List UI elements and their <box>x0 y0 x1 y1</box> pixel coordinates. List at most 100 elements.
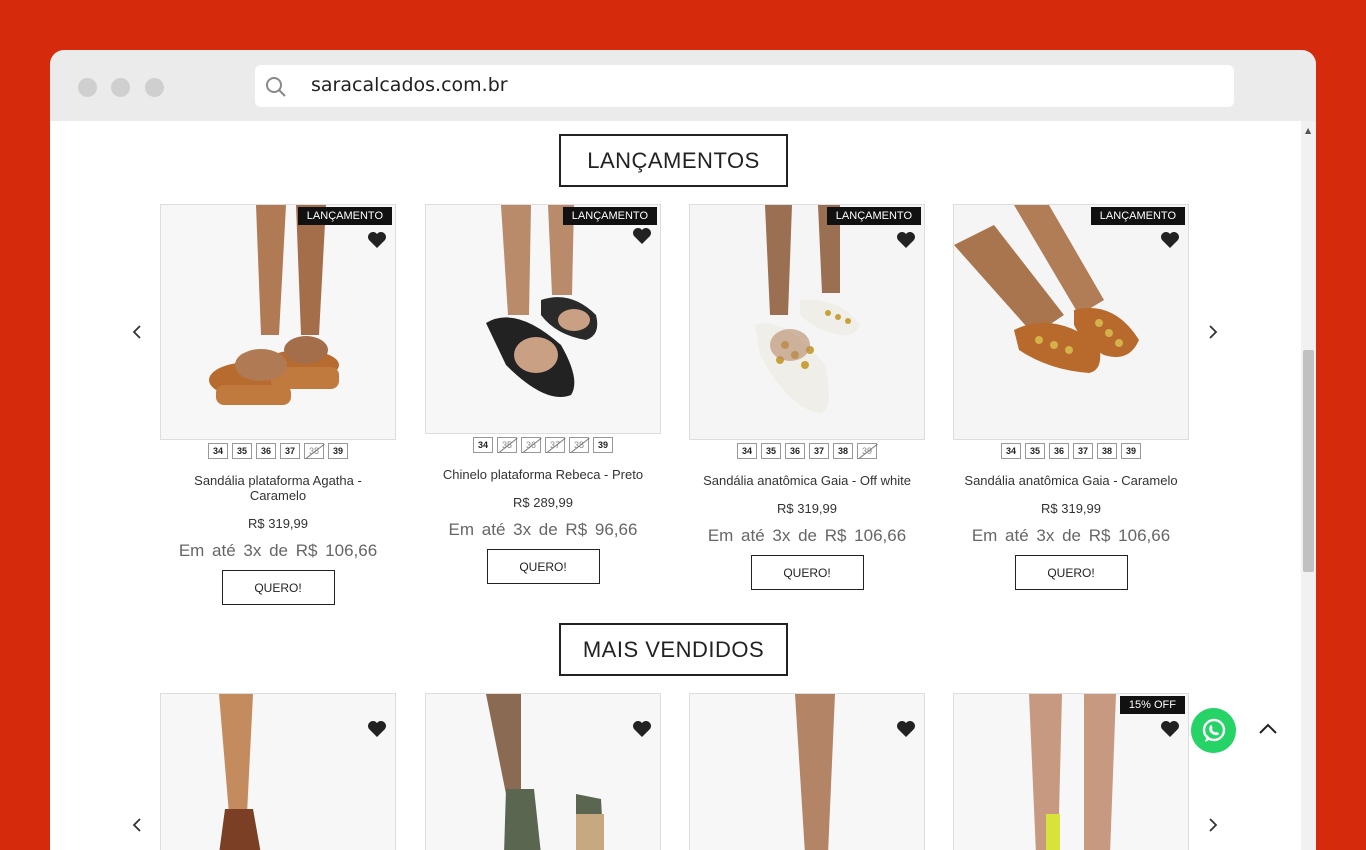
product-photo-sandal-caramel <box>161 205 395 439</box>
chevron-right-icon <box>1209 818 1218 832</box>
heart-icon[interactable] <box>1160 720 1180 738</box>
installment-text: Em até 3x de R$ 106,66 <box>178 541 378 560</box>
product-image[interactable]: LANÇAMENTO <box>425 204 661 434</box>
size-option[interactable]: 39 <box>593 437 613 453</box>
heart-icon[interactable] <box>367 720 387 738</box>
product-name[interactable]: Chinelo plataforma Rebeca - Preto <box>425 467 661 482</box>
product-image[interactable]: LANÇAMENTO <box>160 204 396 440</box>
product-card[interactable]: LANÇAMENTO 34 35 36 37 38 39 Sandália an… <box>689 204 925 590</box>
size-option[interactable]: 39 <box>328 443 348 459</box>
size-option[interactable]: 37 <box>280 443 300 459</box>
back-to-top-chevron-icon[interactable] <box>1256 719 1280 739</box>
launch-badge: LANÇAMENTO <box>826 207 921 225</box>
installment-text: Em até 3x de R$ 96,66 <box>448 520 638 539</box>
size-option[interactable]: 34 <box>473 437 493 453</box>
window-minimize-dot[interactable] <box>111 78 130 97</box>
size-option-unavailable: 37 <box>545 437 565 453</box>
launch-badge: LANÇAMENTO <box>297 207 392 225</box>
carousel-prev-bestsellers[interactable] <box>127 815 147 835</box>
heart-icon[interactable] <box>367 231 387 249</box>
product-card[interactable]: LANÇAMENTO 34 35 36 37 38 39 Chinelo pla… <box>425 204 661 584</box>
heart-icon[interactable] <box>632 720 652 738</box>
installment-text: Em até 3x de R$ 106,66 <box>707 526 907 545</box>
product-image[interactable]: LANÇAMENTO <box>689 204 925 440</box>
carousel-prev-launches[interactable] <box>127 322 147 342</box>
size-option[interactable]: 37 <box>1073 443 1093 459</box>
whatsapp-button[interactable] <box>1191 708 1236 753</box>
whatsapp-icon <box>1202 718 1225 742</box>
launch-badge: LANÇAMENTO <box>562 207 657 225</box>
size-option[interactable]: 35 <box>232 443 252 459</box>
product-photo-boot-brown <box>161 694 395 850</box>
chevron-right-icon <box>1209 325 1218 339</box>
size-option-unavailable: 39 <box>857 443 877 459</box>
size-option[interactable]: 38 <box>1097 443 1117 459</box>
size-option[interactable]: 34 <box>208 443 228 459</box>
size-option-unavailable: 36 <box>521 437 541 453</box>
size-option-unavailable: 38 <box>304 443 324 459</box>
product-photo-flipflop-black <box>426 205 660 433</box>
product-name[interactable]: Sandália anatômica Gaia - Caramelo <box>953 473 1189 488</box>
size-option[interactable]: 36 <box>256 443 276 459</box>
size-option[interactable]: 34 <box>737 443 757 459</box>
product-card[interactable]: 15% OFF <box>953 693 1189 850</box>
product-card[interactable]: LANÇAMENTO 34 35 36 37 38 39 Sandália an… <box>953 204 1189 590</box>
size-list: 34 35 36 37 38 39 <box>953 443 1189 459</box>
size-option[interactable]: 39 <box>1121 443 1141 459</box>
product-image[interactable] <box>160 693 396 850</box>
heart-icon[interactable] <box>896 231 916 249</box>
chevron-left-icon <box>132 818 141 832</box>
product-photo-boot-green <box>426 694 660 850</box>
product-name[interactable]: Sandália anatômica Gaia - Off white <box>689 473 925 488</box>
carousel-next-bestsellers[interactable] <box>1203 815 1223 835</box>
buy-button[interactable]: QUERO! <box>750 555 864 590</box>
size-list: 34 35 36 37 38 39 <box>689 443 925 459</box>
chevron-left-icon <box>132 325 141 339</box>
size-option[interactable]: 35 <box>761 443 781 459</box>
search-icon <box>266 77 286 97</box>
launch-badge: LANÇAMENTO <box>1090 207 1185 225</box>
product-card[interactable] <box>425 693 661 850</box>
product-image[interactable] <box>425 693 661 850</box>
size-option[interactable]: 38 <box>833 443 853 459</box>
scroll-up-arrow-icon[interactable]: ▲ <box>1305 126 1311 135</box>
buy-button[interactable]: QUERO! <box>221 570 335 605</box>
product-photo-sandal-offwhite <box>690 205 924 439</box>
product-name[interactable]: Sandália plataforma Agatha - Caramelo <box>160 473 396 503</box>
product-price: R$ 289,99 <box>513 495 573 510</box>
scrollbar-thumb[interactable] <box>1303 350 1314 572</box>
window-close-dot[interactable] <box>78 78 97 97</box>
address-bar[interactable]: saracalcados.com.br <box>255 65 1234 107</box>
product-photo-legs <box>690 694 924 850</box>
size-option[interactable]: 36 <box>785 443 805 459</box>
heart-icon[interactable] <box>1160 231 1180 249</box>
size-option[interactable]: 37 <box>809 443 829 459</box>
size-option[interactable]: 36 <box>1049 443 1069 459</box>
discount-badge: 15% OFF <box>1119 696 1185 714</box>
product-card[interactable] <box>689 693 925 850</box>
product-card[interactable]: LANÇAMENTO 34 35 36 37 38 39 Sandália pl… <box>160 204 396 605</box>
url-text[interactable]: saracalcados.com.br <box>311 74 508 96</box>
installment-text: Em até 3x de R$ 106,66 <box>971 526 1171 545</box>
size-list: 34 35 36 37 38 39 <box>425 437 661 453</box>
browser-window: saracalcados.com.br LANÇAMENTOS LANÇAMEN… <box>50 50 1316 850</box>
product-photo-sandal-caramel-gaia <box>954 205 1188 439</box>
size-option[interactable]: 35 <box>1025 443 1045 459</box>
size-option[interactable]: 34 <box>1001 443 1021 459</box>
page-scrollbar[interactable]: ▲ <box>1301 121 1316 850</box>
product-price: R$ 319,99 <box>1041 501 1101 516</box>
product-price: R$ 319,99 <box>248 516 308 531</box>
size-list: 34 35 36 37 38 39 <box>160 443 396 459</box>
page-viewport: LANÇAMENTOS LANÇAMENTO 34 35 36 37 38 39… <box>50 121 1301 850</box>
product-image[interactable]: LANÇAMENTO <box>953 204 1189 440</box>
buy-button[interactable]: QUERO! <box>1014 555 1128 590</box>
product-image[interactable]: 15% OFF <box>953 693 1189 850</box>
buy-button[interactable]: QUERO! <box>486 549 600 584</box>
heart-icon[interactable] <box>896 720 916 738</box>
product-card[interactable] <box>160 693 396 850</box>
product-image[interactable] <box>689 693 925 850</box>
window-maximize-dot[interactable] <box>145 78 164 97</box>
product-price: R$ 319,99 <box>777 501 837 516</box>
heart-icon[interactable] <box>632 227 652 245</box>
carousel-next-launches[interactable] <box>1203 322 1223 342</box>
